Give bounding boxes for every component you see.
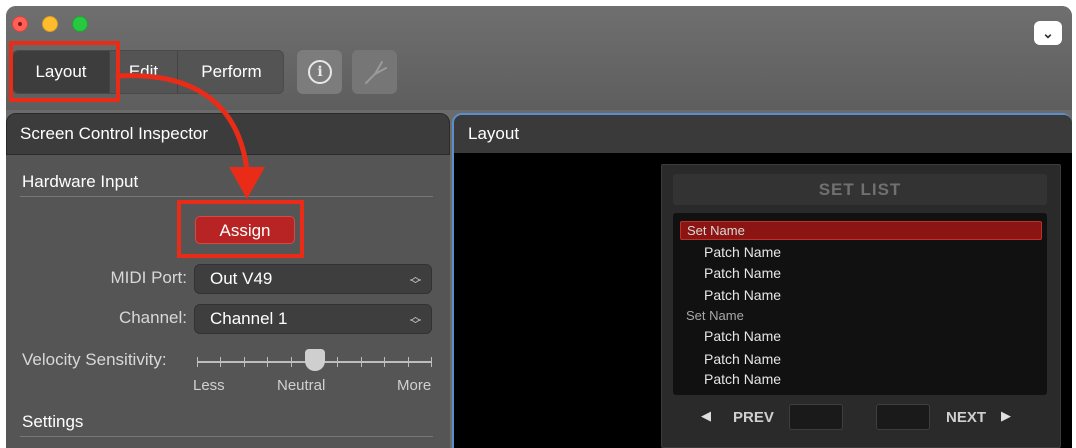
annotation-arrow — [115, 73, 265, 199]
